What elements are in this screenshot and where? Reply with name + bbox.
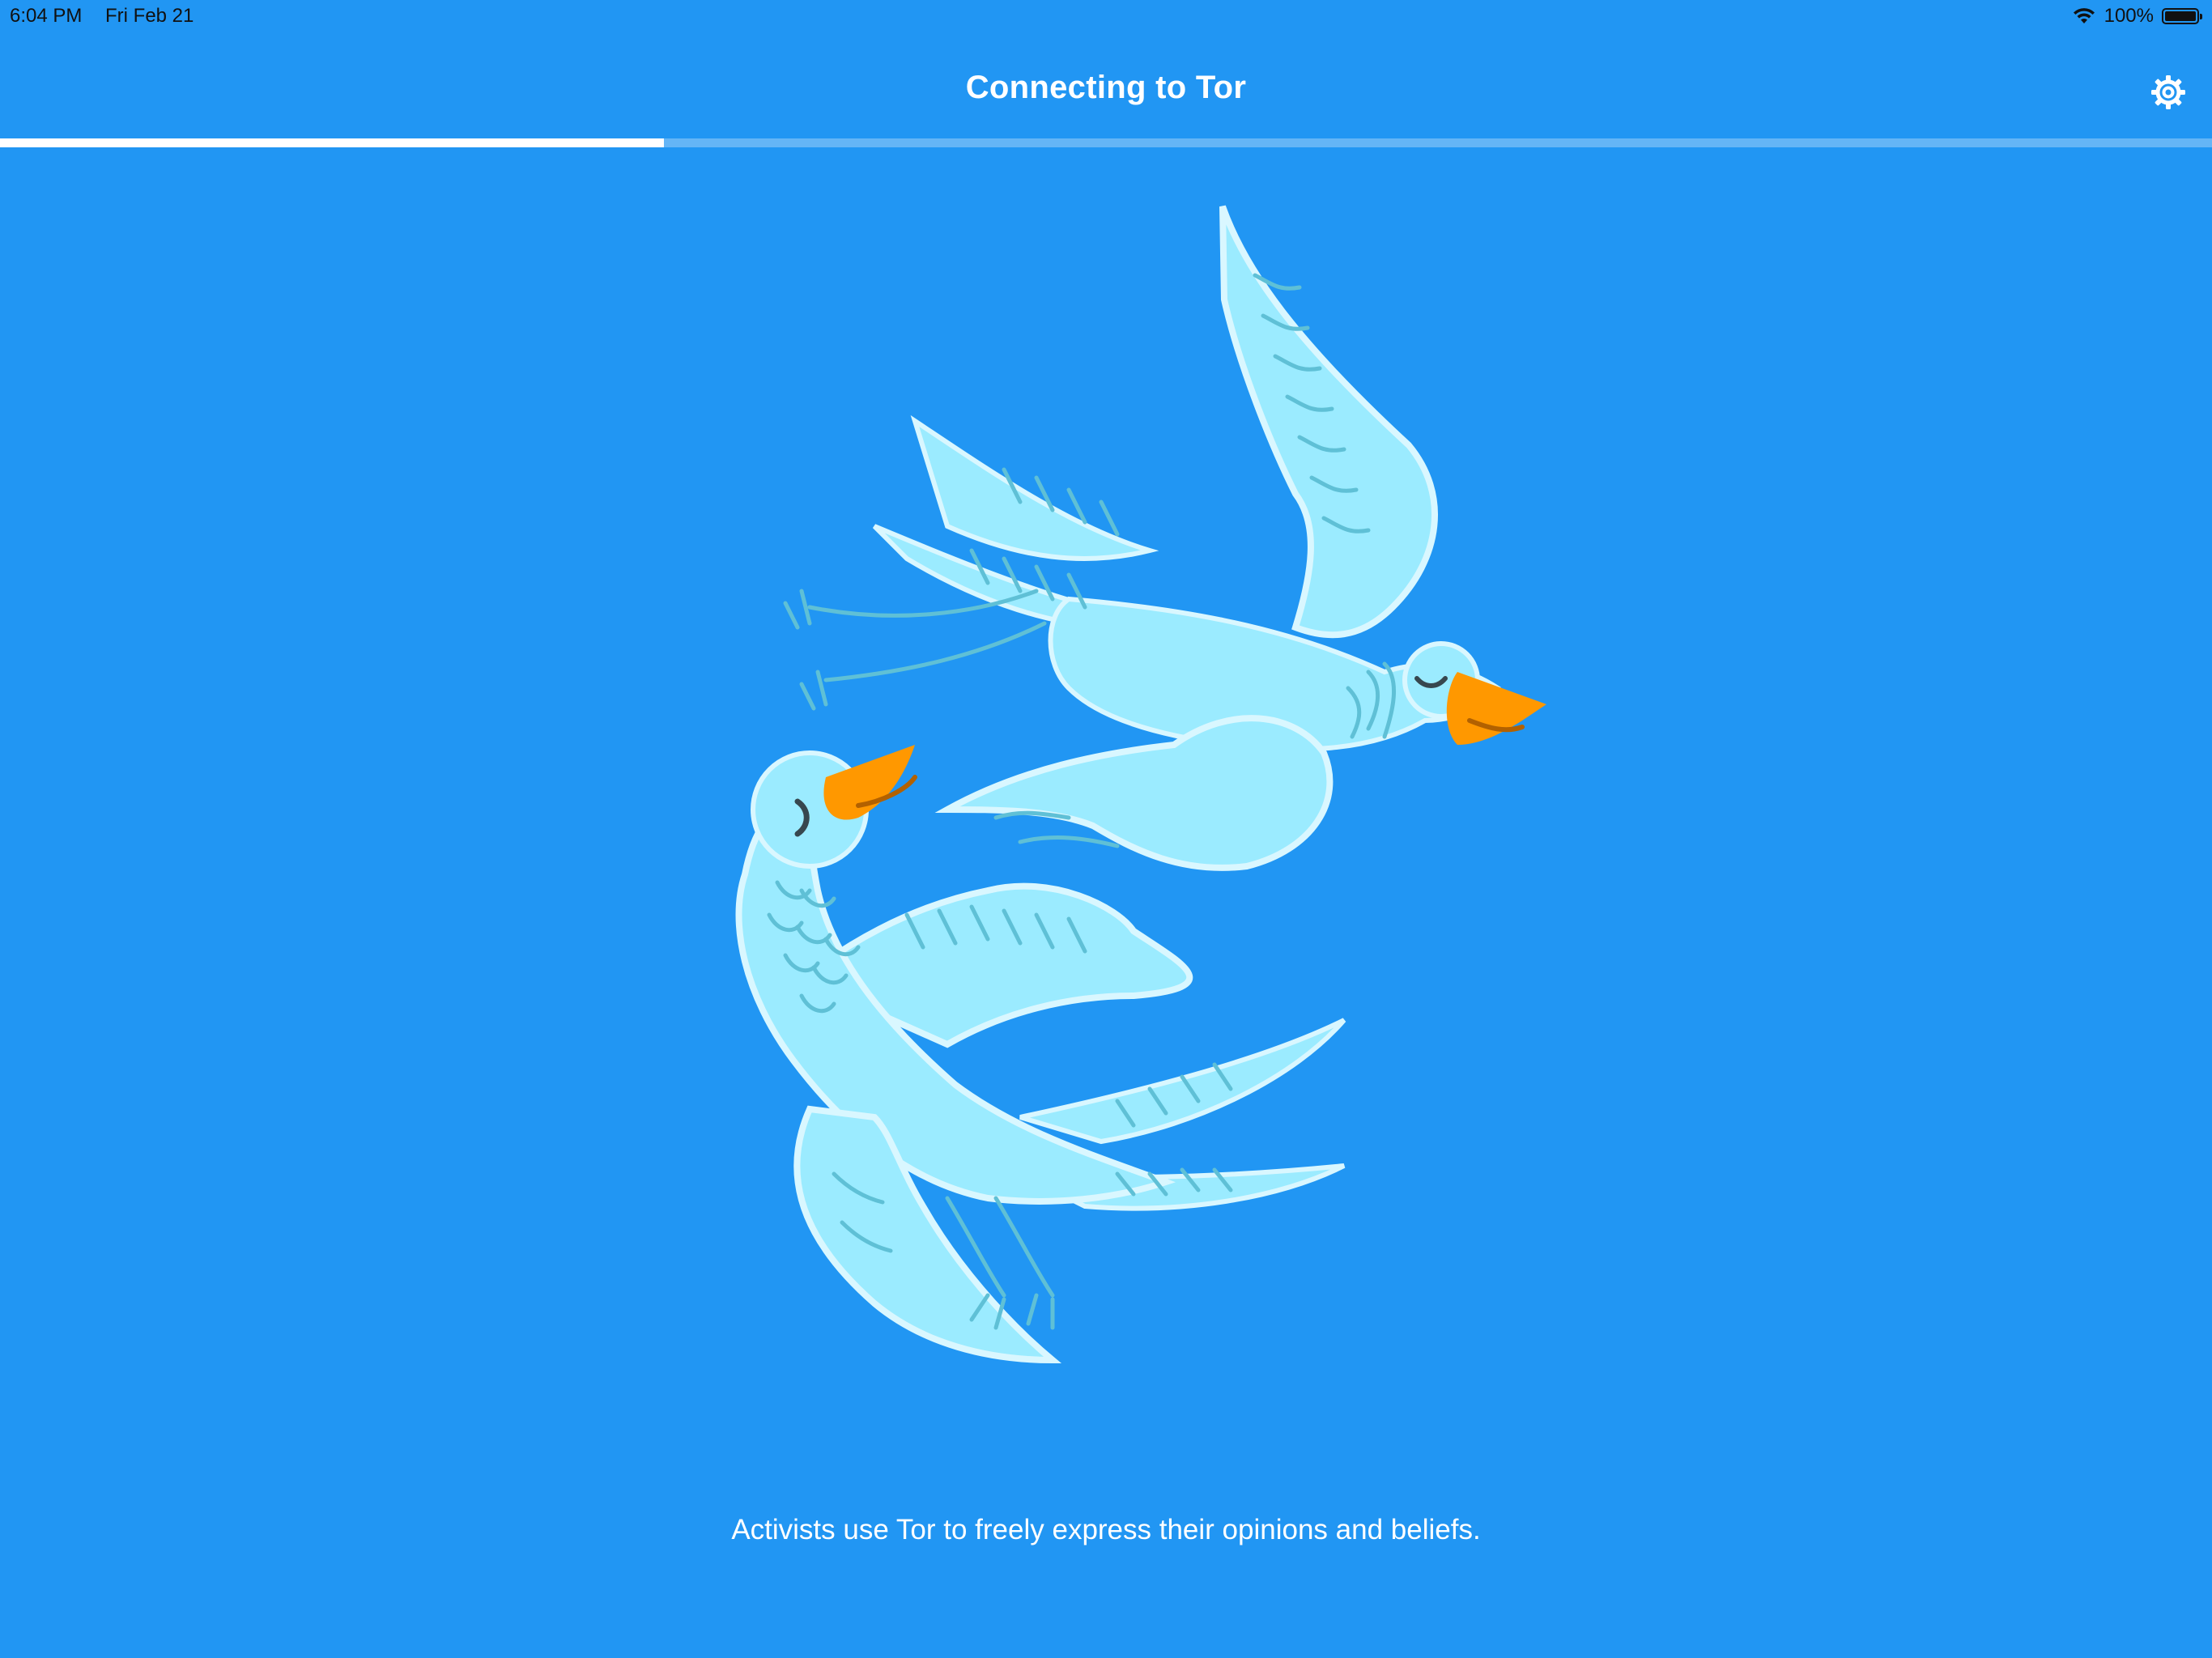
connection-progress-bar: [0, 138, 2212, 147]
status-time: 6:04 PM: [10, 5, 83, 27]
caption-text: Activists use Tor to freely express thei…: [731, 1514, 1481, 1545]
page-title: Connecting to Tor: [965, 70, 1247, 105]
screen: 6:04 PM Fri Feb 21 100% Connecting to To…: [0, 0, 2212, 1658]
battery-percent: 100%: [2104, 5, 2154, 27]
settings-button[interactable]: [2149, 73, 2188, 112]
birds-illustration: [735, 205, 1546, 1364]
status-indicators: 100%: [2072, 4, 2202, 28]
progress-fill: [0, 138, 664, 147]
status-date: Fri Feb 21: [105, 5, 194, 27]
gear-icon: [2151, 75, 2185, 109]
battery-icon: [2162, 8, 2202, 24]
wifi-icon: [2072, 7, 2096, 25]
status-bar: 6:04 PM Fri Feb 21 100%: [0, 0, 2212, 32]
